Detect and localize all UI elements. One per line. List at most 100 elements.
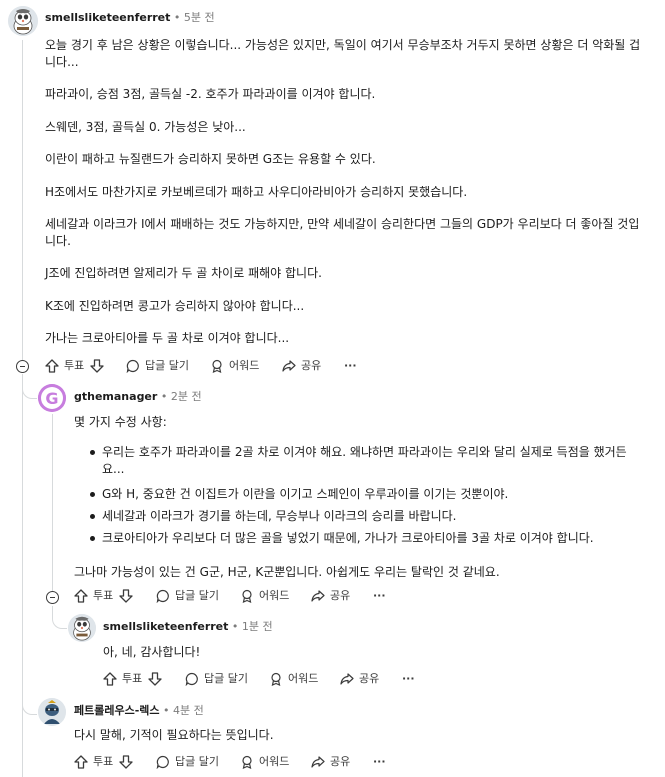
award-button[interactable]: 어워드 — [240, 586, 289, 606]
vote-bar: 투표 — [74, 752, 133, 772]
comment-closing: 그나마 가능성이 있는 건 G군, H군, K군뿐입니다. 아쉽게도 우리는 탈… — [74, 565, 500, 579]
list-item: 세네갈과 이라크가 경기를 하는데, 무승부나 이라크의 승리를 바랍니다. — [102, 509, 457, 523]
share-label: 공유 — [330, 589, 351, 602]
meta-separator: • — [160, 390, 168, 403]
award-button[interactable]: 어워드 — [210, 356, 259, 376]
letter-g-avatar-icon: G — [38, 384, 66, 412]
downvote-icon[interactable] — [90, 359, 104, 373]
avatar[interactable] — [8, 6, 38, 36]
meta-separator: • — [231, 620, 239, 633]
vote-bar: 투표 — [103, 669, 162, 689]
comment-text-line: 스웨덴, 3점, 골득실 0. 가능성은 낮아... — [45, 120, 246, 134]
award-label: 어워드 — [259, 589, 290, 602]
comment-icon — [156, 755, 169, 769]
comment-text: 다시 말해, 기적이 필요하다는 뜻입니다. — [74, 728, 274, 742]
thread-branch-reply — [52, 606, 67, 629]
reply-label: 답글 달기 — [145, 359, 189, 372]
award-label: 어워드 — [259, 755, 290, 768]
list-bullet — [90, 450, 95, 455]
comment-meta: smellsliketeenferret • 5분 전 — [45, 10, 215, 26]
avatar[interactable] — [68, 614, 96, 642]
comment-text-line: 가나는 크로아티아를 두 골 차로 이겨야 합니다... — [45, 331, 290, 345]
downvote-icon[interactable] — [119, 589, 133, 603]
timestamp[interactable]: 5분 전 — [184, 11, 215, 24]
upvote-icon[interactable] — [74, 755, 88, 769]
more-options-button[interactable]: ··· — [373, 586, 386, 606]
thread-branch-gthemanager — [22, 374, 37, 399]
comment-meta: gthemanager • 2분 전 — [74, 389, 202, 405]
more-options-button[interactable]: ··· — [402, 669, 415, 689]
award-button[interactable]: 어워드 — [240, 752, 289, 772]
reply-button[interactable]: 답글 달기 — [156, 586, 219, 606]
share-button[interactable]: 공유 — [311, 752, 350, 772]
vote-bar: 투표 — [74, 586, 133, 606]
vote-label: 투표 — [93, 755, 114, 768]
comment-icon — [156, 589, 169, 603]
avatar[interactable] — [38, 698, 66, 726]
comment-text-line: K조에 진입하려면 콩고가 승리하지 않아야 합니다... — [45, 299, 305, 313]
comment-text-line: 오늘 경기 후 남은 상황은 이렇습니다... 가능성은 있지만, 독일이 여기… — [45, 38, 641, 52]
timestamp[interactable]: 1분 전 — [242, 620, 273, 633]
comment-text-line: 파라과이, 승점 3점, 골득실 -2. 호주가 파라과이를 이겨야 합니다. — [45, 87, 376, 101]
share-label: 공유 — [359, 672, 380, 685]
list-bullet — [90, 536, 95, 541]
downvote-icon[interactable] — [148, 672, 162, 686]
collapse-thread-button[interactable] — [16, 360, 29, 373]
list-item: 크로아티아가 우리보다 더 많은 골을 넣었기 때문에, 가나가 크로아티아를 … — [102, 531, 594, 545]
list-bullet — [90, 514, 95, 519]
meta-separator: • — [173, 11, 181, 24]
username[interactable]: 페트롤레우스-렉스 — [74, 704, 160, 717]
more-icon: ··· — [373, 755, 386, 768]
comment-text-line: 이란이 패하고 뉴질랜드가 승리하지 못하면 G조는 유용할 수 있다. — [45, 152, 376, 166]
comment-icon — [185, 672, 198, 686]
username[interactable]: gthemanager — [74, 390, 157, 403]
comment-text: 아, 네, 감사합니다! — [103, 645, 201, 659]
share-button[interactable]: 공유 — [311, 586, 350, 606]
award-button[interactable]: 어워드 — [269, 669, 318, 689]
comment-icon — [126, 359, 139, 373]
share-icon — [282, 360, 296, 372]
username[interactable]: smellsliketeenferret — [103, 620, 228, 633]
reply-label: 답글 달기 — [175, 589, 219, 602]
share-icon — [311, 590, 325, 602]
share-icon — [340, 673, 354, 685]
list-bullet — [90, 492, 95, 497]
comment-text-line: H조에서도 마찬가지로 카보베르데가 패하고 사우디아라비아가 승리하지 못했습… — [45, 185, 468, 199]
award-icon — [242, 589, 252, 603]
comment-intro: 몇 가지 수정 사항: — [74, 415, 167, 429]
share-icon — [311, 756, 325, 768]
share-button[interactable]: 공유 — [340, 669, 379, 689]
more-icon: ··· — [344, 359, 357, 372]
reply-label: 답글 달기 — [204, 672, 248, 685]
comment-text-line: J조에 진입하려면 알제리가 두 골 차이로 패해야 합니다. — [45, 266, 322, 280]
downvote-icon[interactable] — [119, 755, 133, 769]
upvote-icon[interactable] — [74, 589, 88, 603]
reply-button[interactable]: 답글 달기 — [185, 669, 248, 689]
list-item-continuation: 요... — [102, 462, 125, 476]
comment-text-line: 세네갈과 이라크가 I에서 패배하는 것도 가능하지만, 만약 세네갈이 승리한… — [45, 217, 640, 231]
share-label: 공유 — [330, 755, 351, 768]
upvote-icon[interactable] — [45, 359, 59, 373]
more-icon: ··· — [373, 589, 386, 602]
upvote-icon[interactable] — [103, 672, 117, 686]
reply-button[interactable]: 답글 달기 — [126, 356, 189, 376]
reply-button[interactable]: 답글 달기 — [156, 752, 219, 772]
vote-label: 투표 — [122, 672, 143, 685]
collapse-thread-button[interactable] — [46, 591, 59, 604]
award-label: 어워드 — [288, 672, 319, 685]
vote-label: 투표 — [93, 589, 114, 602]
list-item: 우리는 호주가 파라과이를 2골 차로 이겨야 해요. 왜냐하면 파라과이는 우… — [102, 445, 627, 459]
ferret-snoo-avatar-icon — [68, 614, 96, 642]
thread-branch-petroleus — [22, 690, 37, 715]
thread-line-main-lower — [22, 374, 23, 777]
avatar[interactable]: G — [38, 384, 66, 412]
comment-text-line: 니다... — [45, 55, 79, 69]
more-options-button[interactable]: ··· — [344, 356, 357, 376]
timestamp[interactable]: 2분 전 — [171, 390, 202, 403]
share-button[interactable]: 공유 — [282, 356, 321, 376]
award-icon — [242, 755, 252, 769]
more-options-button[interactable]: ··· — [373, 752, 386, 772]
comment-meta: 페트롤레우스-렉스 • 4분 전 — [74, 703, 204, 719]
timestamp[interactable]: 4분 전 — [173, 704, 204, 717]
username[interactable]: smellsliketeenferret — [45, 11, 170, 24]
